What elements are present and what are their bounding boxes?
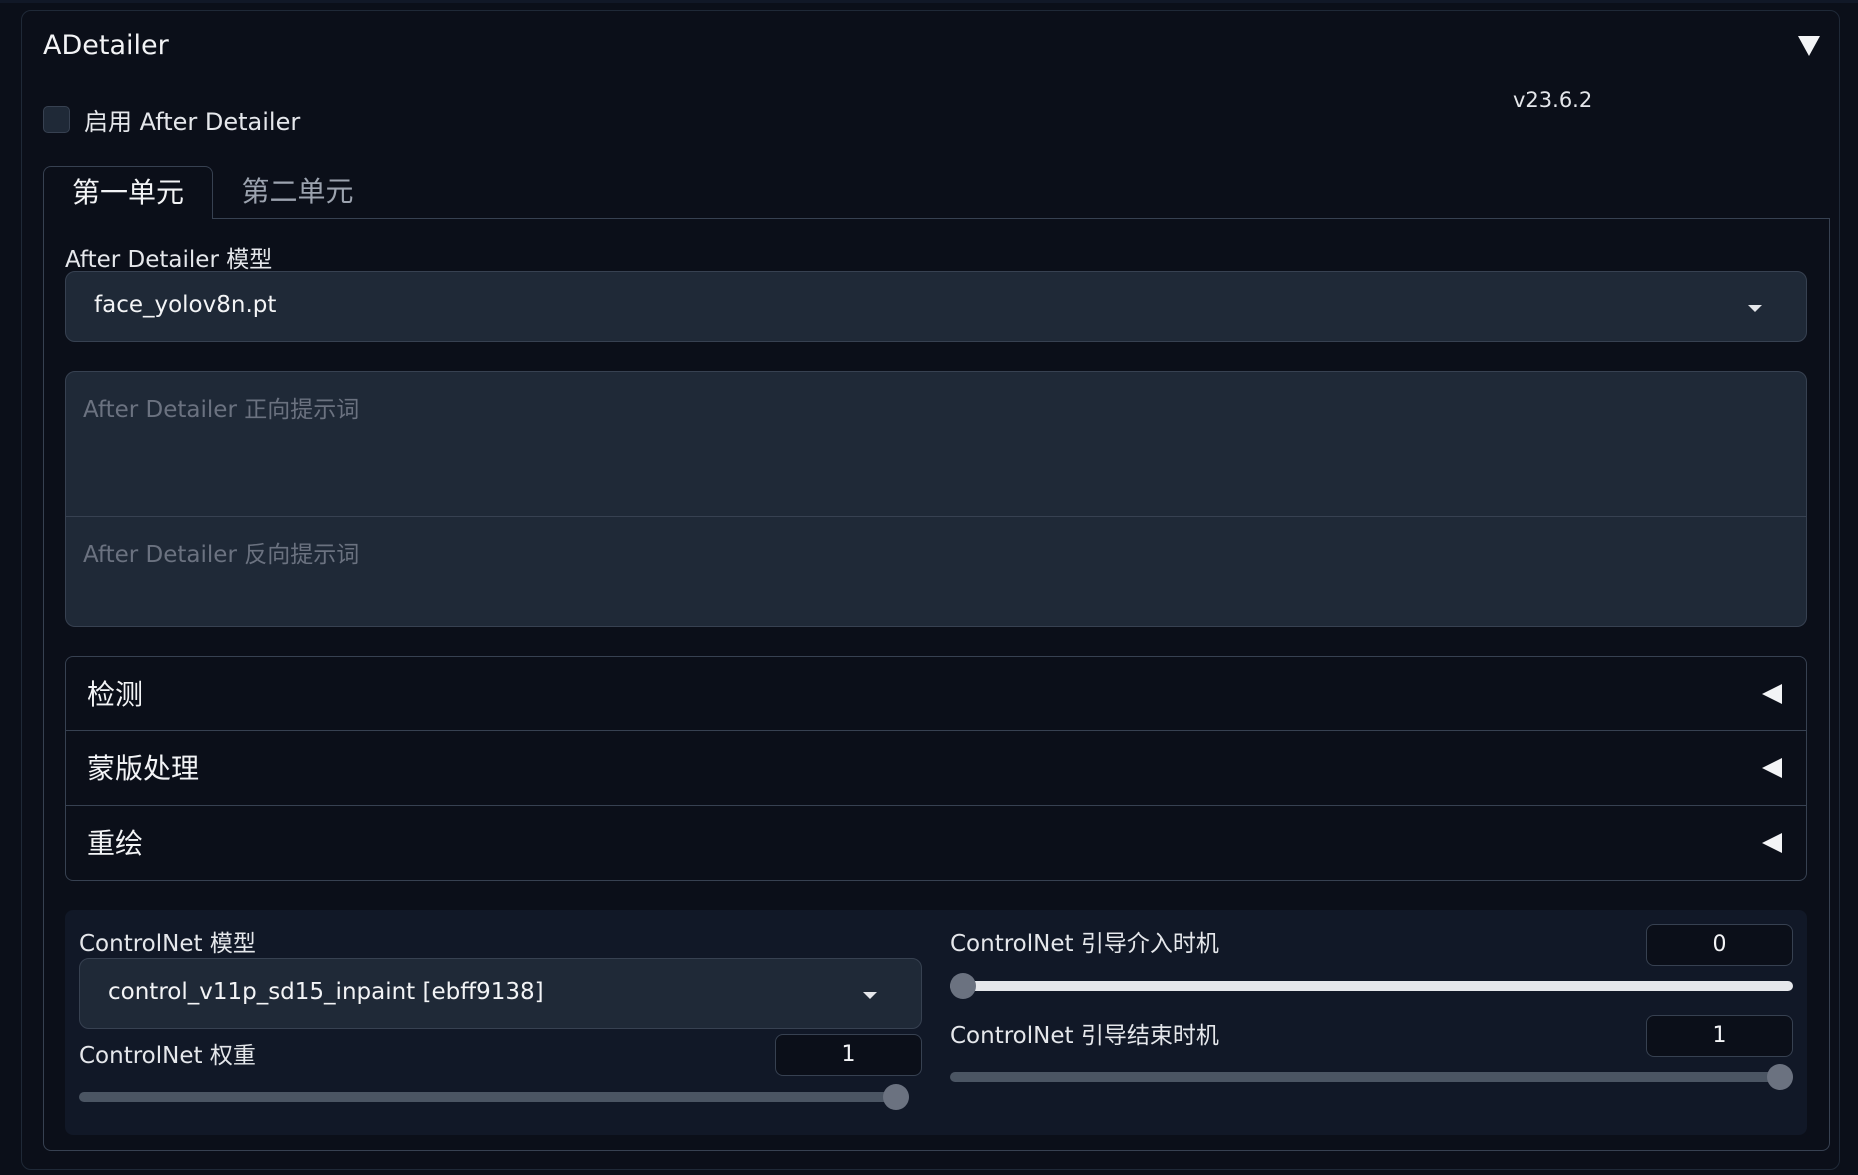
accordion-inpaint-label: 重绘: [87, 827, 144, 860]
expand-triangle-icon: [1762, 758, 1782, 778]
controlnet-model-value: control_v11p_sd15_inpaint [ebff9138]: [108, 979, 544, 1005]
guidance-end-slider[interactable]: [950, 1072, 1793, 1082]
version-text: v23.6.2: [1513, 88, 1593, 112]
guidance-start-number[interactable]: 0: [1646, 924, 1793, 966]
positive-prompt-input[interactable]: After Detailer 正向提示词: [65, 371, 1807, 517]
collapse-triangle-icon[interactable]: [1798, 36, 1820, 56]
chevron-down-icon: [863, 992, 877, 999]
guidance-start-thumb[interactable]: [950, 973, 976, 999]
accordion-detection[interactable]: 检测: [65, 656, 1807, 731]
guidance-start-slider[interactable]: [950, 981, 1793, 991]
guidance-start-label: ControlNet 引导介入时机: [950, 931, 1219, 957]
negative-prompt-placeholder: After Detailer 反向提示词: [83, 542, 360, 568]
model-dropdown[interactable]: face_yolov8n.pt: [65, 271, 1807, 342]
controlnet-weight-label: ControlNet 权重: [79, 1043, 256, 1069]
tab-unit-1[interactable]: 第一单元: [43, 166, 213, 219]
expand-triangle-icon: [1762, 684, 1782, 704]
controlnet-weight-number[interactable]: 1: [775, 1034, 922, 1076]
negative-prompt-input[interactable]: After Detailer 反向提示词: [65, 517, 1807, 627]
enable-label[interactable]: 启用 After Detailer: [84, 102, 300, 137]
chevron-down-icon: [1748, 305, 1762, 312]
controlnet-model-dropdown[interactable]: control_v11p_sd15_inpaint [ebff9138]: [79, 958, 922, 1029]
accordion-mask-label: 蒙版处理: [87, 752, 200, 785]
model-value: face_yolov8n.pt: [94, 292, 277, 318]
controlnet-model-label: ControlNet 模型: [79, 931, 256, 957]
guidance-end-thumb[interactable]: [1767, 1064, 1793, 1090]
tab-unit-2[interactable]: 第二单元: [220, 166, 375, 218]
top-edge: [0, 0, 1858, 3]
guidance-end-number[interactable]: 1: [1646, 1015, 1793, 1057]
accordion-detection-label: 检测: [87, 678, 144, 711]
expand-triangle-icon: [1762, 833, 1782, 853]
model-label: After Detailer 模型: [65, 247, 273, 273]
controlnet-weight-thumb[interactable]: [883, 1084, 909, 1110]
guidance-end-label: ControlNet 引导结束时机: [950, 1023, 1219, 1049]
controlnet-weight-slider[interactable]: [79, 1092, 909, 1102]
enable-checkbox[interactable]: [43, 106, 70, 133]
positive-prompt-placeholder: After Detailer 正向提示词: [83, 397, 360, 423]
panel-title[interactable]: ADetailer: [43, 30, 169, 61]
accordion-mask-processing[interactable]: 蒙版处理: [65, 731, 1807, 806]
accordion-inpaint[interactable]: 重绘: [65, 806, 1807, 881]
